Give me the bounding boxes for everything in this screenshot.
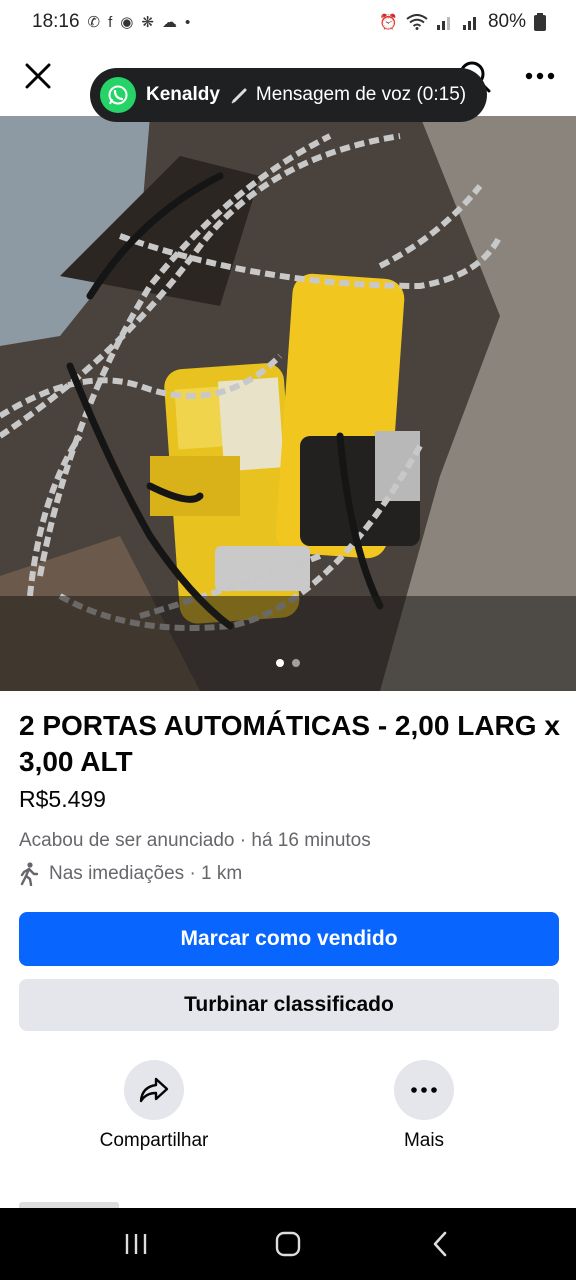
share-icon (139, 1077, 169, 1103)
more-label: Mais (403, 1130, 445, 1151)
more-horizontal-icon (411, 1087, 437, 1093)
system-navigation-bar (0, 1208, 576, 1280)
listing-photo-image (0, 116, 576, 691)
microphone-icon (231, 88, 247, 104)
mark-as-sold-button[interactable]: Marcar como vendido (19, 912, 559, 966)
listing-location: Nas imediações · 1 km (19, 862, 242, 886)
voice-message-text: Mensagem de voz (0:15) (255, 84, 467, 105)
app-notification-icon: ◉ (120, 14, 134, 31)
walking-person-icon (20, 862, 39, 886)
photo-pagination (276, 659, 300, 667)
settings-notification-icon: ❋ (141, 14, 154, 31)
signal-icon-2 (462, 17, 476, 30)
listing-posted-time: Acabou de ser anunciado · há 16 minutos (19, 830, 371, 851)
more-options-button[interactable] (520, 58, 560, 94)
location-text: Nas imediações · 1 km (49, 863, 243, 884)
home-button[interactable] (258, 1219, 318, 1269)
share-action[interactable]: Compartilhar (94, 1060, 214, 1152)
listing-photo[interactable] (0, 116, 576, 691)
voice-message-sender: Kenaldy (146, 84, 220, 105)
wifi-icon (406, 14, 428, 30)
more-action[interactable]: Mais (364, 1060, 484, 1152)
whatsapp-voice-message-bubble[interactable]: Kenaldy Mensagem de voz (0:15) (90, 68, 487, 122)
share-button[interactable] (124, 1060, 184, 1120)
home-icon (275, 1231, 301, 1257)
battery-level: 80% (487, 11, 526, 32)
cloud-notification-icon: ☁ (161, 14, 177, 31)
back-icon (433, 1231, 447, 1257)
pagination-dot[interactable] (292, 659, 300, 667)
listing-title: 2 PORTAS AUTOMÁTICAS - 2,00 LARG x 3,00 … (19, 710, 560, 777)
share-label: Compartilhar (99, 1130, 209, 1151)
battery-icon (534, 13, 546, 31)
more-button[interactable] (394, 1060, 454, 1120)
signal-icon (436, 17, 450, 30)
pagination-dot-active[interactable] (276, 659, 284, 667)
more-horizontal-icon (525, 72, 555, 80)
section-heading-cutoff (19, 1198, 219, 1208)
back-button[interactable] (410, 1219, 470, 1269)
alarm-icon: ⏰ (379, 14, 398, 31)
whatsapp-icon (100, 77, 136, 113)
close-button[interactable] (20, 58, 56, 94)
recent-apps-button[interactable] (106, 1219, 166, 1269)
listing-price: R$5.499 (19, 786, 106, 812)
facebook-notification-icon: f (108, 13, 113, 31)
whatsapp-notification-icon: ✆ (87, 14, 101, 31)
more-notifications-dot-icon: • (184, 13, 191, 31)
close-icon (25, 63, 51, 89)
recent-apps-icon (125, 1234, 147, 1254)
boost-listing-button[interactable]: Turbinar classificado (19, 979, 559, 1031)
status-time: 18:16 (32, 11, 80, 32)
status-bar: 18:16 ✆ f ◉ ❋ ☁ • ⏰ 80% (0, 0, 576, 44)
